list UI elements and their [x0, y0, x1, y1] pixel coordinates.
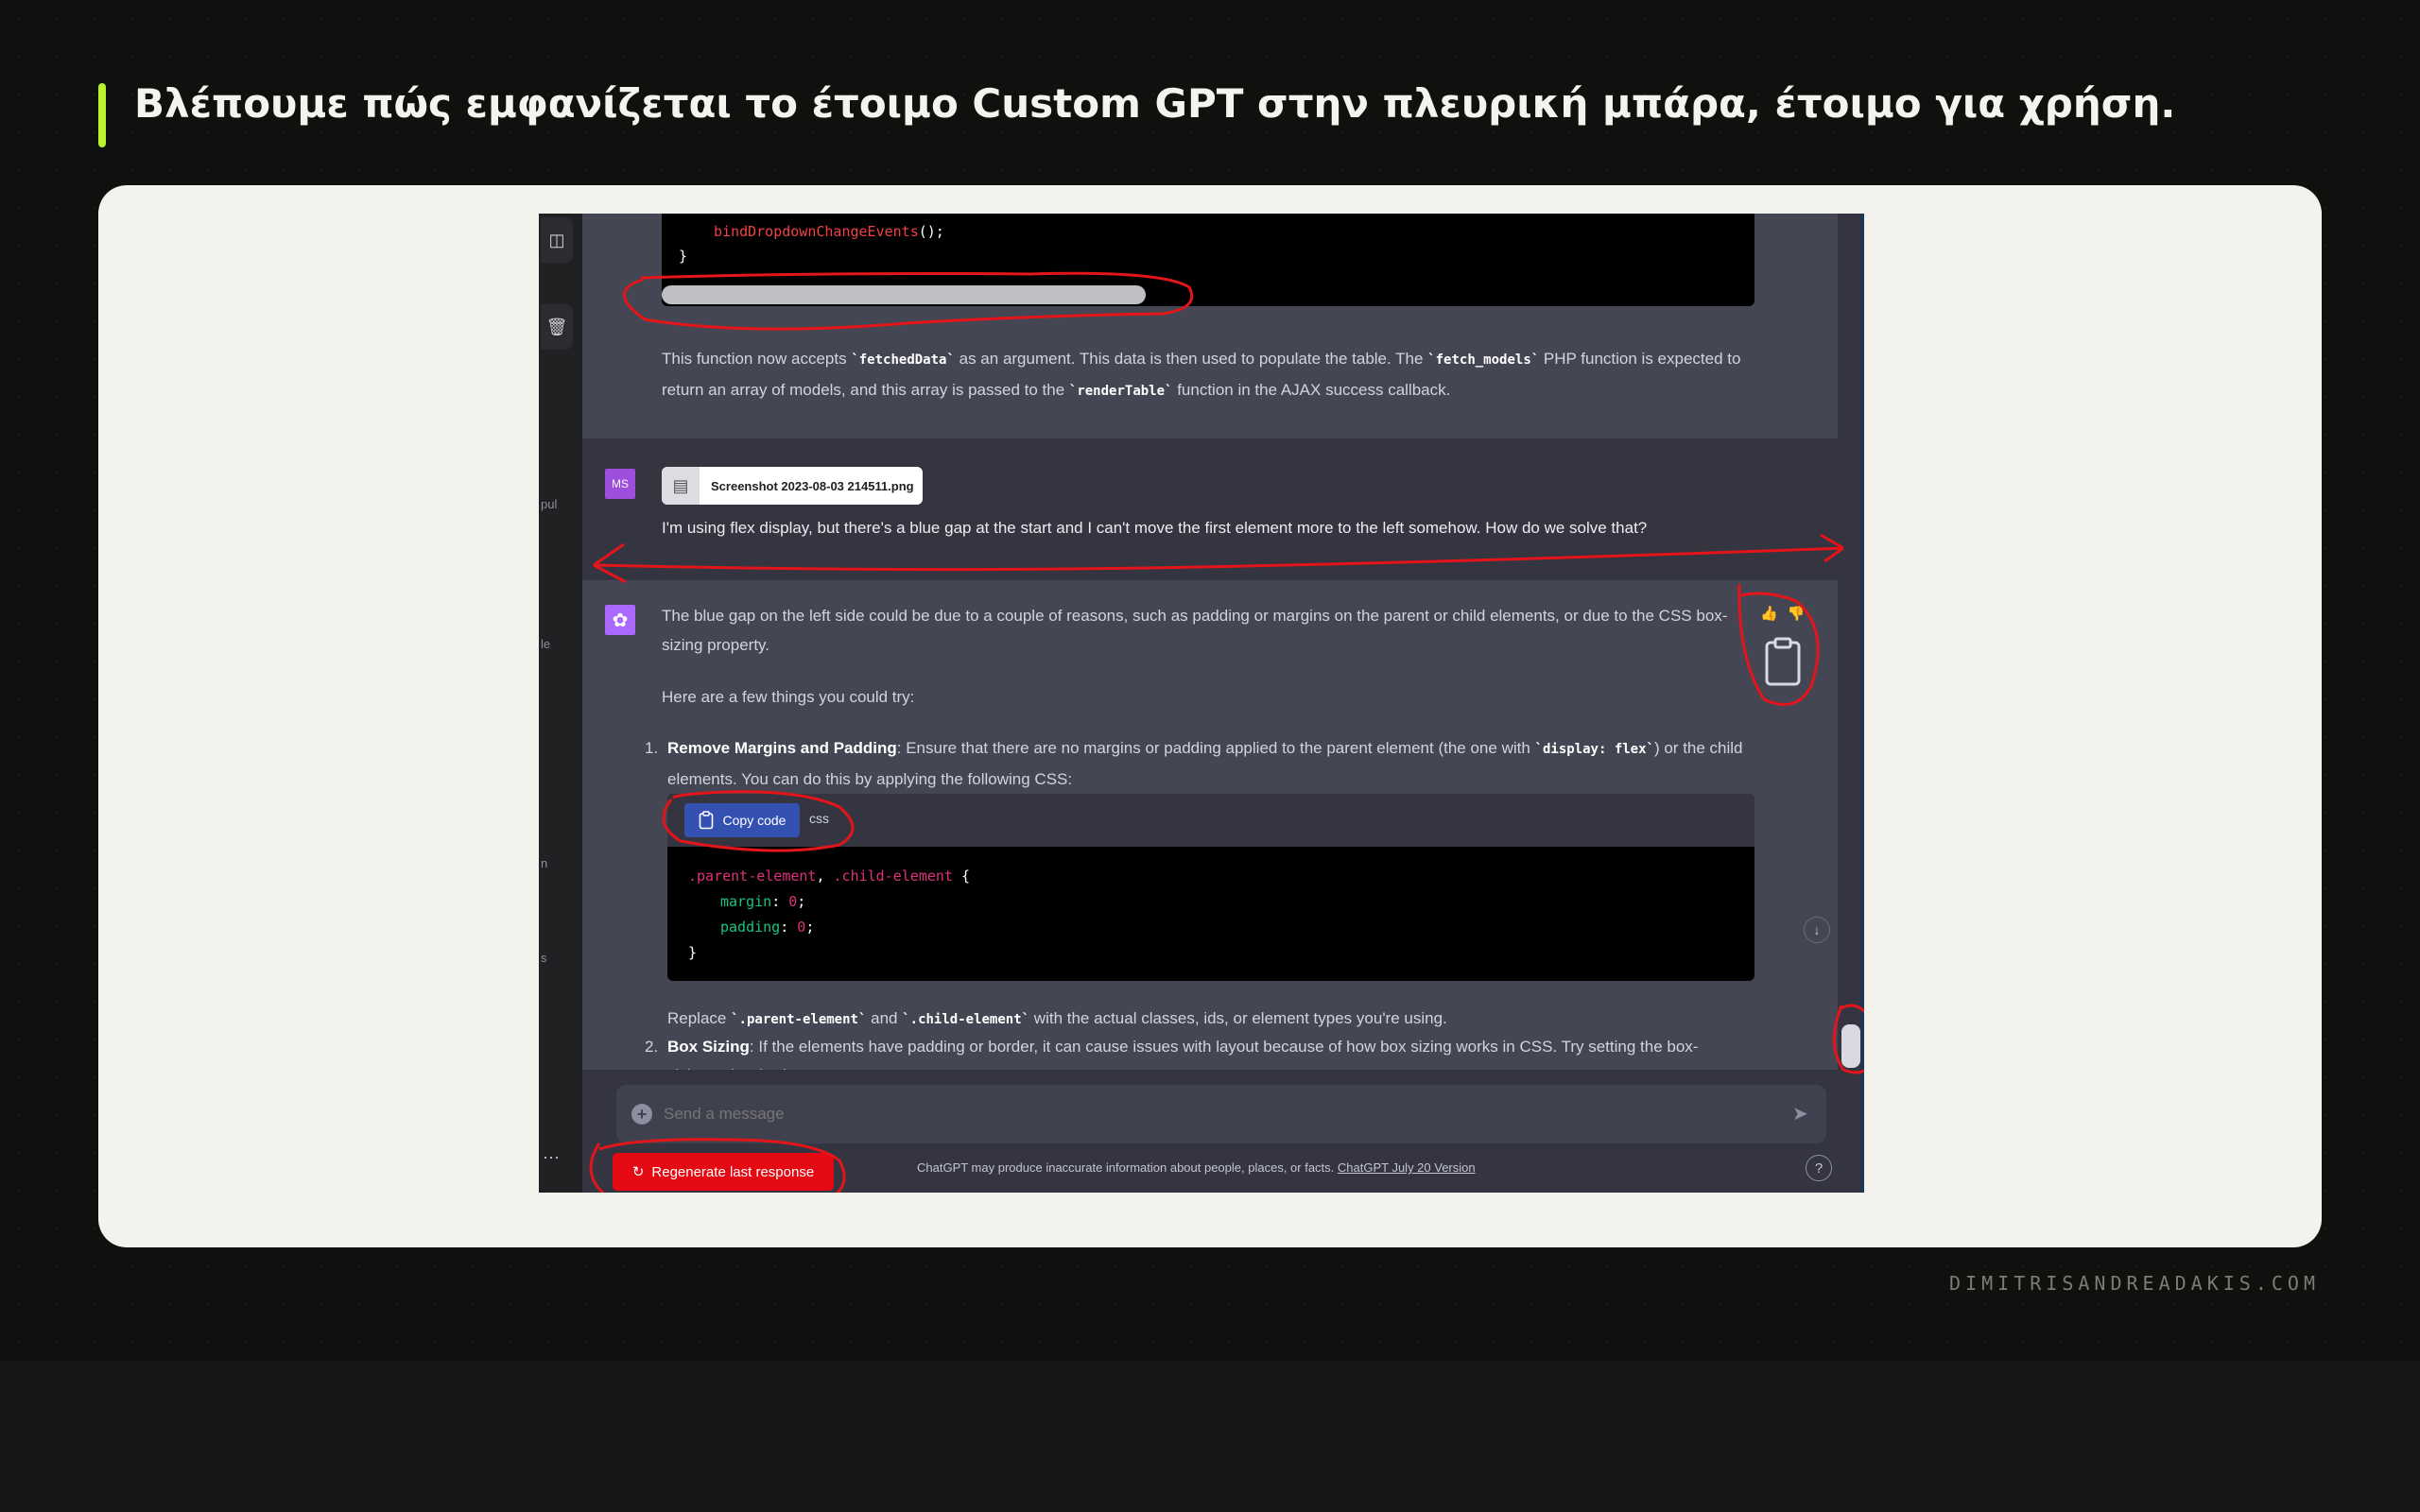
code-line: bindDropdownChangeEvents(); — [714, 223, 944, 240]
text-run: : If the elements have padding or border… — [749, 1038, 1699, 1056]
text-run: : Ensure that there are no margins or pa… — [896, 739, 1535, 757]
footer-brand: DIMITRISANDREADAKIS.COM — [1949, 1272, 2320, 1295]
inline-code: `fetch_models` — [1427, 352, 1540, 368]
attached-file-chip[interactable]: ▤ Screenshot 2023-08-03 214511.png — [662, 467, 923, 505]
code-horizontal-scrollbar[interactable] — [662, 285, 1146, 304]
code-line: margin: 0; — [720, 893, 806, 910]
user-avatar: MS — [605, 469, 635, 499]
thumbs-down-icon[interactable]: 👎 — [1788, 606, 1815, 622]
regenerate-button[interactable]: ↻ Regenerate last response — [613, 1153, 834, 1191]
user-message — [582, 438, 1838, 580]
text-run: function in the AJAX success callback. — [1172, 381, 1451, 399]
file-icon: ▤ — [662, 467, 700, 505]
code-selector: .parent-element — [688, 868, 817, 885]
copy-code-button[interactable]: Copy code — [684, 803, 800, 837]
sidebar: ◫ 🗑 pul le n s ··· — [539, 214, 582, 1193]
inline-code: `display: flex` — [1534, 742, 1654, 757]
sidebar-panel-icon: ◫ — [548, 230, 565, 249]
scroll-to-bottom-button[interactable]: ↓ — [1804, 917, 1830, 943]
sidebar-text-fragment: pul — [541, 497, 558, 511]
disclaimer-body: ChatGPT may produce inaccurate informati… — [917, 1160, 1338, 1175]
assistant-paragraph: Replace `.parent-element` and `.child-el… — [667, 1004, 1447, 1035]
copy-code-label: Copy code — [722, 813, 786, 828]
help-button[interactable]: ? — [1806, 1155, 1832, 1181]
message-input-box[interactable]: + ➤ — [616, 1085, 1826, 1143]
code-function-name: bindDropdownChangeEvents — [714, 223, 919, 240]
inline-code: `.parent-element` — [731, 1012, 867, 1027]
code-punctuation: , — [816, 868, 834, 885]
version-link[interactable]: ChatGPT July 20 Version — [1338, 1160, 1476, 1175]
vertical-scrollbar-thumb[interactable] — [1841, 1024, 1860, 1068]
text-run: This function now accepts — [662, 350, 852, 368]
code-block-header: Copy code css — [667, 794, 1754, 847]
list-item-title: Box Sizing — [667, 1038, 750, 1056]
list-item-text: Remove Margins and Padding: Ensure that … — [667, 733, 1745, 794]
send-icon[interactable]: ➤ — [1792, 1102, 1808, 1125]
disclaimer-text: ChatGPT may produce inaccurate informati… — [917, 1160, 1626, 1175]
text-run: and — [866, 1009, 903, 1027]
clipboard-icon — [699, 811, 713, 830]
text-run: as an argument. This data is then used t… — [954, 350, 1428, 368]
assistant-paragraph: The blue gap on the left side could be d… — [662, 607, 1728, 654]
code-punctuation: (); — [918, 223, 944, 240]
feedback-buttons: 👍👎 — [1760, 605, 1814, 622]
inline-code: `renderTable` — [1068, 384, 1173, 399]
code-line: padding: 0; — [720, 919, 815, 936]
chatgpt-logo-icon: ✿ — [605, 605, 635, 635]
inline-code: `fetchedData` — [851, 352, 955, 368]
chatgpt-screenshot: ◫ 🗑 pul le n s ··· bindDropdownChangeEve… — [539, 214, 1864, 1193]
code-punctuation: { — [952, 868, 971, 885]
text-run: Replace — [667, 1009, 732, 1027]
sidebar-text-fragment: n — [541, 856, 548, 870]
sidebar-more-button[interactable]: ··· — [543, 1147, 560, 1167]
text-run: with the actual classes, ids, or element… — [1029, 1009, 1447, 1027]
code-line: } — [679, 248, 688, 265]
trash-icon: 🗑 — [545, 317, 568, 336]
plus-icon[interactable]: + — [631, 1104, 652, 1125]
list-item-title: Remove Margins and Padding — [667, 739, 897, 757]
arrow-down-icon: ↓ — [1813, 922, 1821, 937]
window-edge — [1860, 214, 1864, 1193]
thumbs-up-icon[interactable]: 👍 — [1760, 606, 1788, 622]
code-line: .parent-element, .child-element { — [688, 864, 970, 889]
code-line: } — [688, 944, 698, 961]
background-footer-band — [0, 1361, 2420, 1512]
list-number: 2. — [645, 1038, 659, 1056]
file-name: Screenshot 2023-08-03 214511.png — [711, 478, 914, 493]
message-input[interactable] — [662, 1104, 1753, 1125]
code-value: 0 — [797, 919, 806, 936]
assistant-paragraph: This function now accepts `fetchedData` … — [662, 344, 1758, 406]
code-property: margin — [720, 893, 772, 910]
list-item-text: Box Sizing: If the elements have padding… — [667, 1032, 1745, 1061]
delete-conversation-button[interactable]: 🗑 — [541, 304, 573, 350]
code-block-css: Copy code css .parent-element, .child-el… — [667, 794, 1754, 981]
refresh-icon: ↻ — [631, 1164, 645, 1180]
sidebar-toggle-button[interactable]: ◫ — [541, 217, 573, 263]
assistant-paragraph: Here are a few things you could try: — [662, 688, 915, 706]
sidebar-text-fragment: le — [541, 637, 551, 651]
list-number: 1. — [645, 739, 659, 757]
slide-title: Βλέπουμε πώς εμφανίζεται το έτοιμο Custo… — [134, 80, 2176, 127]
code-language-label: css — [809, 811, 829, 826]
code-selector: .child-element — [833, 868, 953, 885]
sidebar-text-fragment: s — [541, 951, 547, 965]
code-content: .parent-element, .child-element { margin… — [688, 864, 970, 966]
title-accent-bar — [98, 83, 106, 147]
inline-code: `.child-element` — [902, 1012, 1030, 1027]
clipboard-icon[interactable] — [1764, 637, 1802, 686]
code-value: 0 — [788, 893, 798, 910]
user-message-text: I'm using flex display, but there's a bl… — [662, 519, 1648, 537]
regenerate-label: Regenerate last response — [651, 1163, 815, 1180]
code-property: padding — [720, 919, 781, 936]
